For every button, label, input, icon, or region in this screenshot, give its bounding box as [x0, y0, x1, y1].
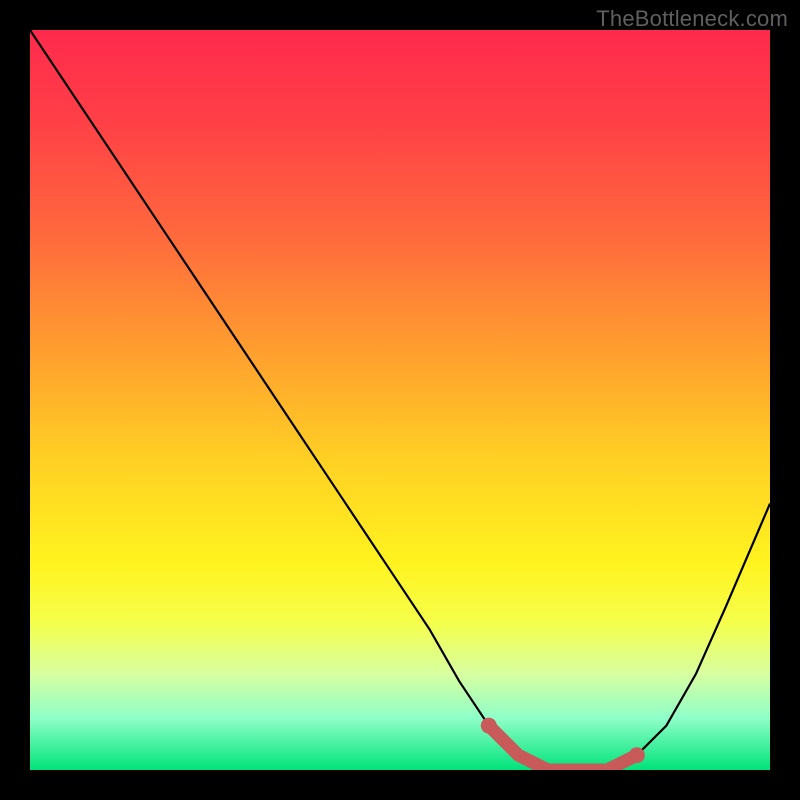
background-gradient [30, 30, 770, 770]
plot-area [30, 30, 770, 770]
chart-frame: TheBottleneck.com [0, 0, 800, 800]
watermark-text: TheBottleneck.com [596, 6, 788, 32]
